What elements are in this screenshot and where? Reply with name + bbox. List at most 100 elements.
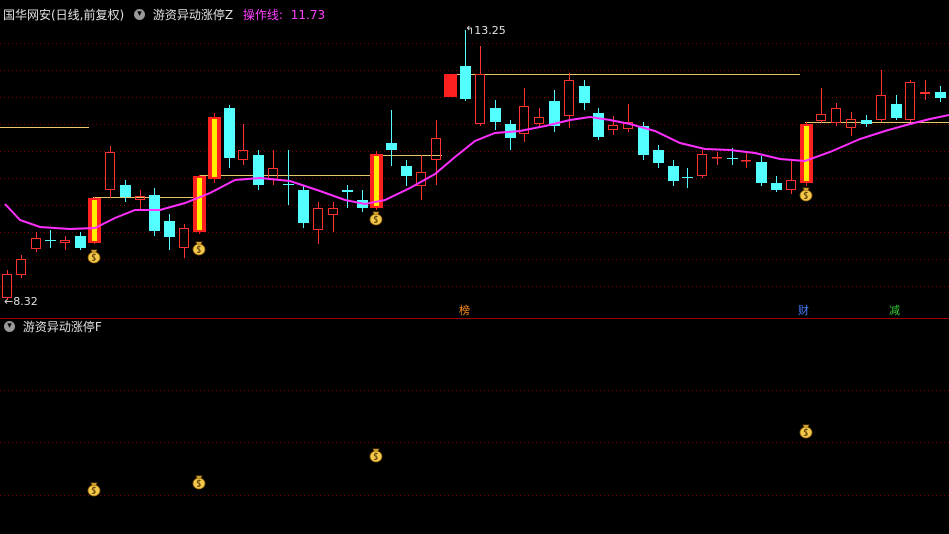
down-candle-body [638,126,649,155]
down-candle-body [668,166,679,181]
chevron-down-icon[interactable]: ▾ [134,9,146,20]
event-tag-bang[interactable]: 榜 [458,304,471,317]
candle [253,150,264,190]
up-candle-body [60,240,70,243]
candle [905,80,915,122]
down-candle-body [164,221,175,237]
candle [668,160,679,186]
candle [756,156,767,186]
money-bag-icon [192,241,206,256]
candle [298,186,309,228]
up-candle-body [816,114,826,121]
candle [712,152,722,165]
candle [135,190,145,210]
money-bag-icon [369,448,383,463]
candle [534,108,544,128]
sub-panel-header: ▾ 游资异动涨停F [0,318,102,336]
candle [401,160,412,186]
candle [357,190,368,212]
candle [238,124,248,165]
candle [105,146,115,198]
operation-line-label: 操作线: [242,8,283,22]
candle [593,108,604,140]
up-candle-body [712,157,722,159]
up-candle-body [268,168,278,180]
operation-line-value: 11.73 [290,8,326,22]
up-candle-body [431,138,441,160]
up-candle-body [179,228,189,248]
candle [831,103,841,126]
candle [179,224,189,258]
low-price-label: ←8.32 [4,295,38,308]
candle [342,185,353,208]
candle [45,230,56,248]
candle [741,153,751,168]
candle [193,175,206,234]
down-candle-body [460,66,471,99]
down-candle-body [756,162,767,183]
up-candle-body [786,180,796,190]
down-candle-body [891,104,902,118]
candle [60,236,70,250]
indicator-name[interactable]: 游资异动涨停Z [153,6,233,24]
candle [623,104,633,132]
limit-up-candle-core [374,156,379,206]
candle [697,150,707,178]
sub-indicator-name[interactable]: 游资异动涨停F [23,318,102,336]
up-candle-body [105,152,115,190]
up-candle-body [475,74,485,124]
high-arrow-icon: ↰ [465,24,475,37]
chevron-down-icon[interactable]: ▾ [4,321,15,332]
down-candle-body [935,92,946,98]
candle [460,30,471,101]
candle [120,180,131,202]
down-candle-body [579,86,590,103]
down-candle-body [224,108,235,158]
down-candle-body [149,195,160,231]
up-candle-body [831,108,841,123]
limit-up-candle-core [197,178,202,230]
candle [653,145,664,168]
candle [505,120,516,150]
down-candle-body [283,184,294,185]
down-candle-body [342,190,353,192]
up-candle-body [846,119,856,128]
candle [519,88,529,142]
limit-up-candle-core [92,200,97,241]
candle [490,100,501,130]
event-tag-cai[interactable]: 财 [797,304,810,317]
up-candle-body [697,154,707,176]
candle [444,74,457,97]
candle [861,115,872,127]
up-candle-body [920,92,930,94]
candle [786,160,796,194]
signal-markers [87,187,813,497]
candle [682,168,693,188]
candle [846,112,856,136]
money-bag-icon [369,211,383,226]
up-candle-body [16,259,26,275]
candle [88,197,101,244]
candle [313,202,323,244]
money-bag-icon [87,249,101,264]
limit-up-candle-core [212,119,217,177]
candle [164,214,175,250]
candle [224,105,235,168]
high-price-value: 13.25 [474,24,506,37]
candle [75,232,86,250]
down-candle-body [653,150,664,163]
event-tag-jian[interactable]: 减 [888,304,901,317]
up-candle-body [534,117,544,124]
down-candle-body [45,240,56,241]
down-candle-body [682,177,693,178]
money-bag-icon [192,475,206,490]
up-candle-body [313,208,323,230]
kline-chart-canvas[interactable] [0,0,949,534]
candle [935,86,946,102]
low-price-value: 8.32 [13,295,38,308]
candle [891,95,902,120]
candle [876,70,886,122]
up-candle-body [238,150,248,160]
up-candle-body [905,82,915,120]
candle [16,255,26,278]
